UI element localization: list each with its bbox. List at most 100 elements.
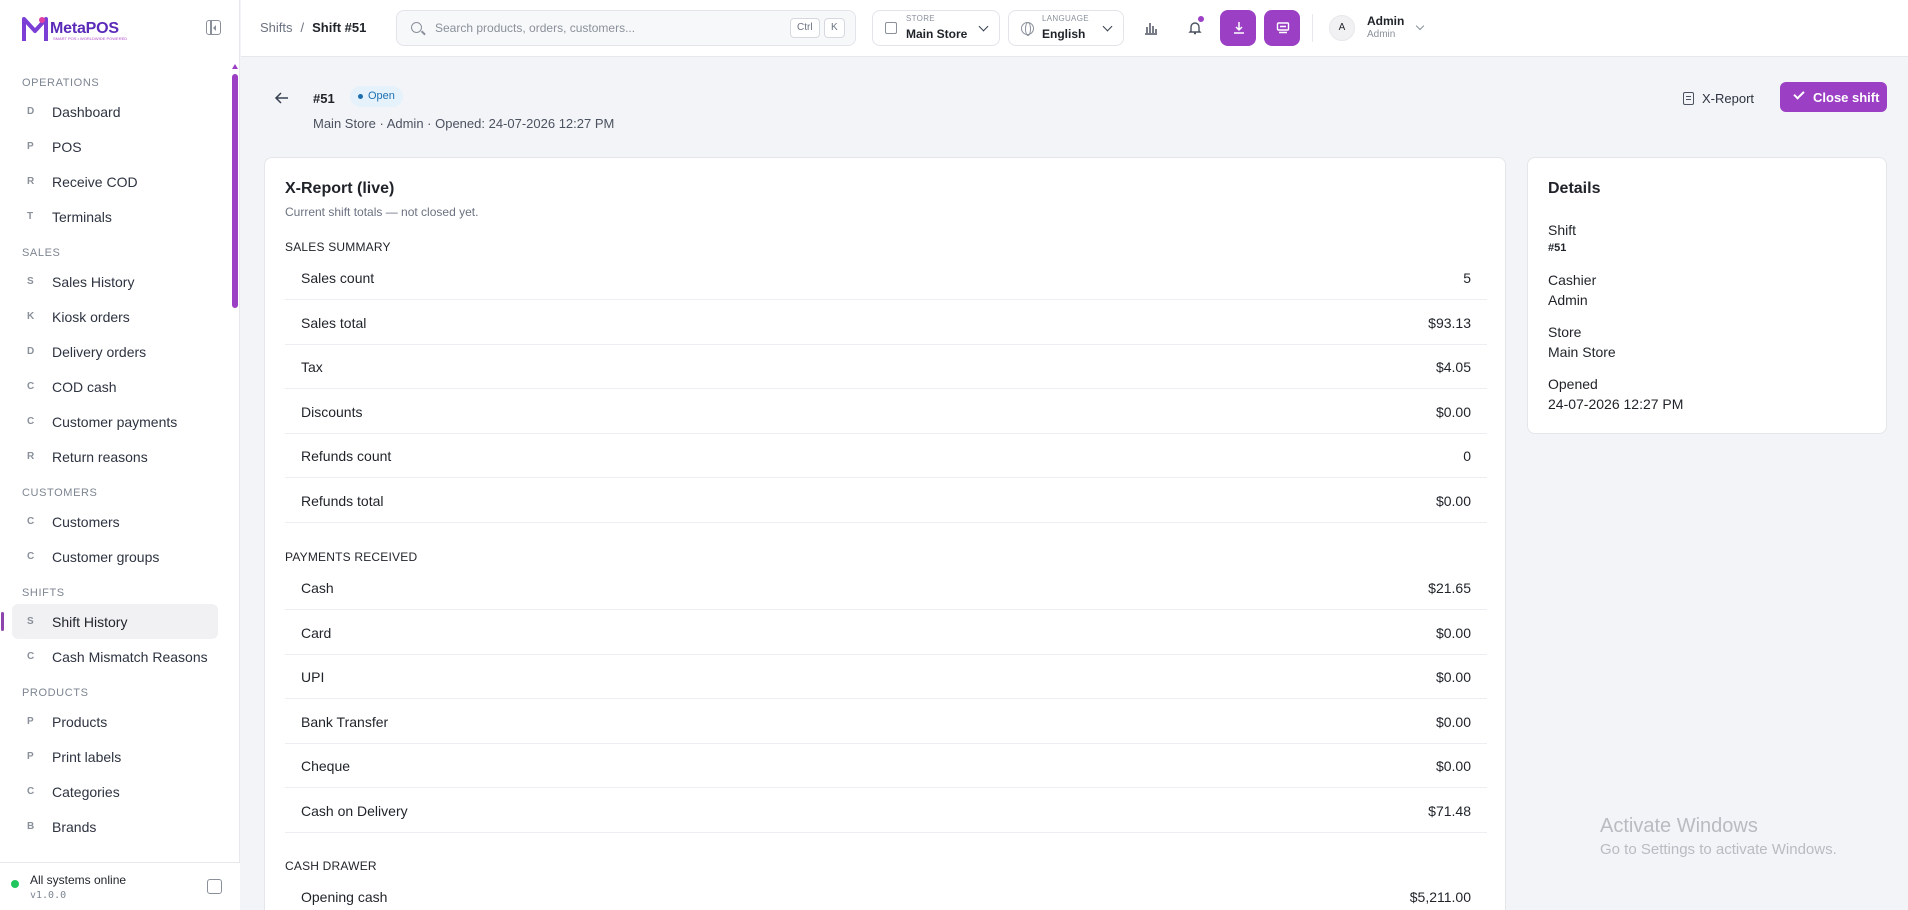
kbd-ctrl: Ctrl xyxy=(790,18,820,38)
breadcrumb-current: Shift #51 xyxy=(312,20,367,35)
pos-register-button[interactable] xyxy=(1264,10,1300,46)
details-card: Details Shift #51 Cashier Admin Store Ma… xyxy=(1527,157,1887,434)
user-menu-chevron-icon[interactable] xyxy=(1415,21,1425,31)
report-section-label: PAYMENTS RECEIVED xyxy=(285,550,418,564)
avatar[interactable]: A xyxy=(1329,15,1355,41)
report-row-label: Sales total xyxy=(301,314,367,331)
sidebar-item-label: Customer groups xyxy=(52,548,160,565)
breadcrumb-separator: / xyxy=(300,20,305,35)
notification-dot xyxy=(1198,16,1204,22)
sidebar-item-label: Cash Mismatch Reasons xyxy=(52,648,208,665)
reports-button[interactable] xyxy=(1132,10,1168,46)
report-row-value: $0.00 xyxy=(1435,669,1471,685)
report-row-label: Bank Transfer xyxy=(301,713,389,730)
sidebar-item-letter: C xyxy=(27,551,35,562)
detail-cashier-label: Cashier xyxy=(1548,272,1597,288)
sidebar-item-letter: S xyxy=(27,616,34,627)
notifications-button[interactable] xyxy=(1176,10,1212,46)
chevron-down-icon xyxy=(1102,21,1113,32)
report-row-value: $0.00 xyxy=(1435,758,1471,774)
topbar-divider xyxy=(1312,14,1313,42)
report-row: Discounts $0.00 xyxy=(285,390,1487,434)
x-report-button[interactable]: X-Report xyxy=(1683,83,1754,113)
sidebar-item-customer-payments[interactable]: C Customer payments xyxy=(12,404,218,439)
sidebar-item-cash-mismatch-reasons[interactable]: C Cash Mismatch Reasons xyxy=(12,639,218,674)
scrollbar-thumb[interactable] xyxy=(232,74,238,308)
report-row-value: 0 xyxy=(1463,448,1471,464)
topbar: Shifts / Shift #51 Search products, orde… xyxy=(241,0,1908,57)
sidebar-item-label: Terminals xyxy=(52,208,112,225)
sidebar-item-pos[interactable]: P POS xyxy=(12,129,218,164)
report-row-label: Tax xyxy=(301,359,323,375)
sidebar-item-customers[interactable]: C Customers xyxy=(12,504,218,539)
store-select[interactable]: STORE Main Store xyxy=(872,10,1000,46)
sidebar-item-delivery-orders[interactable]: D Delivery orders xyxy=(12,334,218,369)
sidebar-item-label: Sales History xyxy=(52,273,135,290)
search-icon xyxy=(411,22,422,33)
status-dot-icon xyxy=(11,880,19,888)
sidebar-item-customer-groups[interactable]: C Customer groups xyxy=(12,539,218,574)
report-row: Refunds count 0 xyxy=(285,434,1487,478)
check-icon xyxy=(1793,88,1805,100)
sidebar-item-letter: C xyxy=(27,651,35,662)
sidebar-item-letter: S xyxy=(27,276,34,287)
kbd-k: K xyxy=(824,18,845,38)
logo[interactable]: MetaPOS SMART POS • WORLDWIDE POWERED xyxy=(0,0,239,58)
globe-icon xyxy=(1021,22,1034,36)
page-subtitle: Main Store · Admin · Opened: 24-07-2026 … xyxy=(313,116,615,131)
footer-collapse-icon[interactable] xyxy=(207,879,222,894)
language-select[interactable]: LANGUAGE English xyxy=(1008,10,1124,46)
report-row-label: Refunds count xyxy=(301,448,392,464)
sidebar-item-label: Products xyxy=(52,713,108,730)
sidebar-item-letter: C xyxy=(27,516,35,527)
nav-section-title: OPERATIONS xyxy=(22,77,100,89)
sidebar-item-receive-cod[interactable]: R Receive COD xyxy=(12,164,218,199)
sidebar-item-letter: C xyxy=(27,381,35,392)
sidebar-item-label: Return reasons xyxy=(52,448,148,465)
search-placeholder: Search products, orders, customers... xyxy=(435,21,636,35)
sidebar-item-products[interactable]: P Products xyxy=(12,704,218,739)
scroll-up-icon[interactable] xyxy=(232,64,238,69)
logo-tagline: SMART POS • WORLDWIDE POWERED xyxy=(53,36,128,41)
detail-opened-value: 24-07-2026 12:27 PM xyxy=(1548,396,1684,412)
report-row: Sales total $93.13 xyxy=(285,301,1487,345)
report-row-value: $21.65 xyxy=(1428,580,1471,596)
breadcrumb-parent[interactable]: Shifts xyxy=(260,20,293,35)
sidebar-item-shift-history[interactable]: S Shift History xyxy=(1,604,218,639)
user-role: Admin xyxy=(1367,29,1396,40)
report-row: Tax $4.05 xyxy=(285,345,1487,389)
search-input[interactable]: Search products, orders, customers... Ct… xyxy=(396,10,856,46)
sidebar-item-letter: K xyxy=(27,311,35,322)
nav-section-title: CUSTOMERS xyxy=(22,487,98,499)
sidebar-item-sales-history[interactable]: S Sales History xyxy=(12,264,218,299)
status-badge: Open xyxy=(350,86,403,107)
sidebar-scrollbar[interactable] xyxy=(232,64,238,870)
report-row: Refunds total $0.00 xyxy=(285,479,1487,523)
sidebar-item-cod-cash[interactable]: C COD cash xyxy=(12,369,218,404)
report-row: Sales count 5 xyxy=(285,256,1487,300)
detail-cashier-value: Admin xyxy=(1548,292,1588,308)
language-caption: LANGUAGE xyxy=(1042,14,1089,23)
close-shift-button[interactable]: Close shift xyxy=(1780,82,1887,112)
sidebar-item-label: Customers xyxy=(52,513,120,530)
download-button[interactable] xyxy=(1220,10,1256,46)
user-name[interactable]: Admin xyxy=(1367,14,1404,28)
back-arrow-icon[interactable] xyxy=(274,90,290,106)
app-version: v1.0.0 xyxy=(30,890,67,901)
sidebar-item-terminals[interactable]: T Terminals xyxy=(12,199,218,234)
sidebar-item-label: Receive COD xyxy=(52,173,138,190)
sidebar-item-kiosk-orders[interactable]: K Kiosk orders xyxy=(12,299,218,334)
sidebar-item-brands[interactable]: B Brands xyxy=(12,809,218,844)
close-shift-label: Close shift xyxy=(1813,90,1880,105)
nav-section-title: SALES xyxy=(22,247,61,259)
sidebar-item-letter: B xyxy=(27,821,35,832)
sidebar-item-categories[interactable]: C Categories xyxy=(12,774,218,809)
watermark-subtitle: Go to Settings to activate Windows. xyxy=(1600,841,1837,858)
sidebar-collapse-icon[interactable] xyxy=(206,20,221,35)
language-value: English xyxy=(1042,27,1086,41)
sidebar-item-return-reasons[interactable]: R Return reasons xyxy=(12,439,218,474)
bell-icon xyxy=(1188,22,1202,35)
sidebar-item-dashboard[interactable]: D Dashboard xyxy=(12,94,218,129)
sidebar-item-letter: D xyxy=(27,346,35,357)
sidebar-item-print-labels[interactable]: P Print labels xyxy=(12,739,218,774)
